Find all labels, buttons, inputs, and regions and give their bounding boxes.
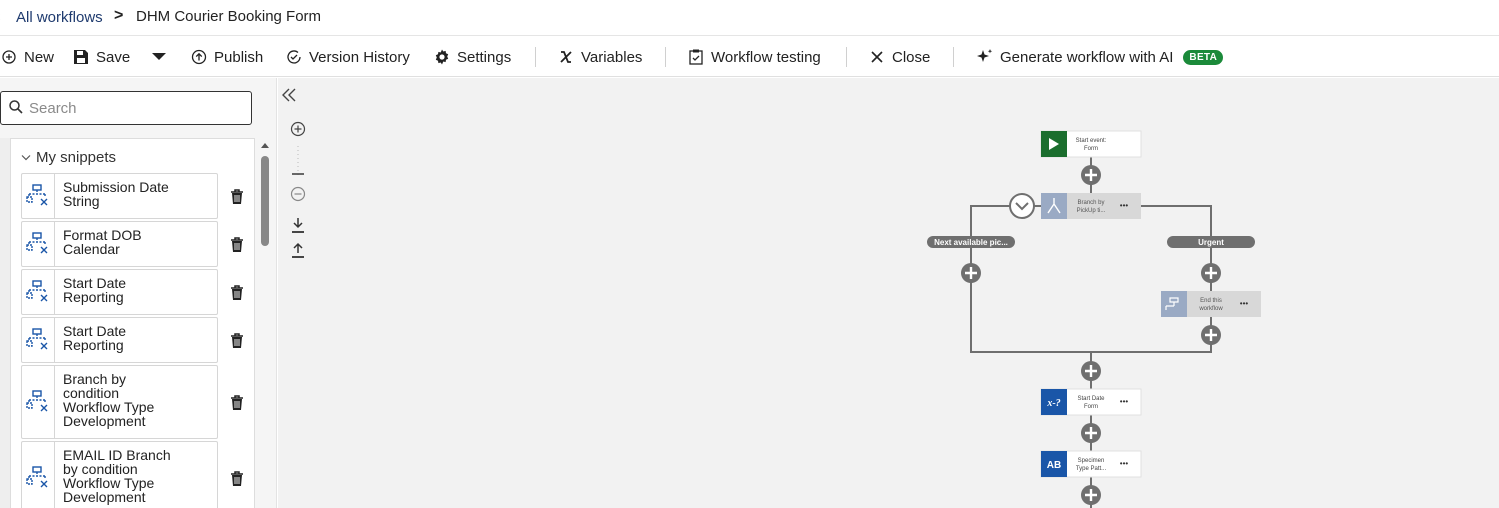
add-step-plus-icon[interactable]	[1081, 165, 1101, 185]
end-workflow-node[interactable]: End this workflow •••	[1161, 291, 1261, 317]
add-step-plus-icon[interactable]	[1081, 485, 1101, 505]
branch-label-right-text: Urgent	[1198, 238, 1224, 247]
branch-label-left[interactable]: Next available pic...	[927, 236, 1015, 248]
text-transform-node[interactable]: AB Specimen Type Patt... •••	[1040, 450, 1142, 478]
set-variable-node[interactable]: x-? Start Date Form •••	[1040, 388, 1142, 416]
add-step-plus-icon[interactable]	[961, 263, 981, 283]
variable-node-label-line: Form	[1084, 404, 1098, 410]
more-options-icon[interactable]: •••	[1120, 397, 1129, 406]
more-options-icon[interactable]: •••	[1240, 299, 1249, 308]
specimen-node-label-line: Specimen	[1078, 458, 1105, 464]
start-event-node[interactable]: Start event: Form	[1040, 130, 1142, 158]
branch-node-label-line: Branch by	[1077, 200, 1104, 206]
start-node-label-line: Start event:	[1076, 138, 1107, 144]
branch-label-right[interactable]: Urgent	[1167, 236, 1255, 248]
workflow-diagram: Start event: Form Branch by PickUp ti...…	[927, 130, 1261, 508]
specimen-node-label-line: Type Patt...	[1076, 466, 1107, 472]
start-node-label-line: Form	[1084, 146, 1098, 152]
add-step-plus-icon[interactable]	[1201, 263, 1221, 283]
branch-label-left-text: Next available pic...	[934, 238, 1008, 247]
more-options-icon[interactable]: •••	[1120, 459, 1129, 468]
add-step-plus-icon[interactable]	[1081, 361, 1101, 381]
more-options-icon[interactable]: •••	[1120, 201, 1129, 210]
variable-node-label-line: Start Date	[1077, 396, 1105, 402]
collapse-branch-chevron-icon[interactable]	[1009, 193, 1035, 219]
end-node-label-line: workflow	[1198, 306, 1223, 312]
variable-icon: x-?	[1046, 398, 1060, 409]
add-step-plus-icon[interactable]	[1081, 423, 1101, 443]
text-transform-icon: AB	[1047, 460, 1061, 471]
branch-node[interactable]: Branch by PickUp ti... •••	[1041, 193, 1141, 219]
add-step-plus-icon[interactable]	[1201, 325, 1221, 345]
branch-node-label-line: PickUp ti...	[1077, 208, 1106, 214]
end-node-label-line: End this	[1200, 298, 1222, 304]
